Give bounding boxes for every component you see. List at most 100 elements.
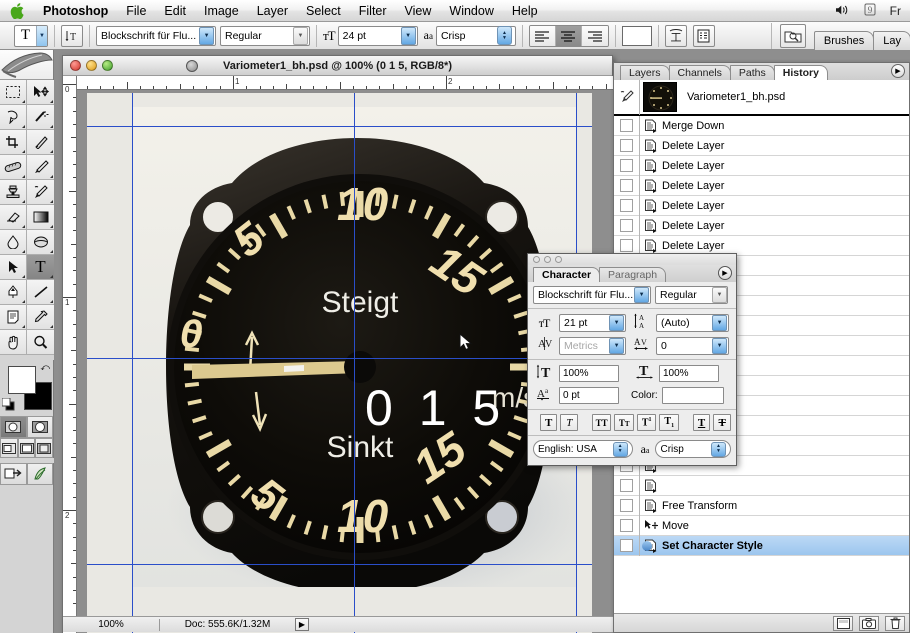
char-font-style-combo[interactable]: Regular ▼ — [655, 286, 728, 304]
menu-layer[interactable]: Layer — [248, 0, 297, 22]
well-tab-layers[interactable]: Lay — [873, 31, 910, 50]
history-state-checkbox[interactable] — [614, 156, 640, 176]
char-font-size-combo[interactable]: 21 pt ▼ — [559, 314, 626, 332]
kerning-value[interactable]: Metrics — [560, 340, 609, 352]
menu-edit[interactable]: Edit — [155, 0, 195, 22]
history-state-checkbox[interactable] — [614, 136, 640, 156]
menu-photoshop[interactable]: Photoshop — [34, 0, 117, 22]
chevron-down-icon[interactable]: ▼ — [712, 338, 727, 354]
baseline-shift-field[interactable]: 0 pt — [559, 387, 619, 404]
chevron-down-icon[interactable]: ▼ — [36, 26, 47, 46]
tab-character[interactable]: Character — [533, 267, 600, 282]
horizontal-ruler[interactable]: 0123 — [77, 76, 614, 90]
history-state-row[interactable]: Delete Layer — [614, 176, 909, 196]
vertical-ruler[interactable]: 0123 — [63, 76, 77, 633]
stepper-icon[interactable]: ▲▼ — [497, 26, 512, 45]
history-state-row[interactable]: Delete Layer — [614, 196, 909, 216]
move-tool[interactable] — [27, 80, 54, 105]
swap-colors-icon[interactable]: ⤺ — [40, 362, 50, 373]
tab-channels[interactable]: Channels — [669, 65, 731, 80]
subscript-button[interactable]: T1 — [659, 414, 679, 431]
faux-bold-button[interactable]: T — [540, 414, 558, 431]
history-state-checkbox[interactable] — [614, 176, 640, 196]
script-menu-icon[interactable]: 9 — [857, 3, 883, 19]
quick-mask-mode-button[interactable] — [27, 416, 54, 438]
char-font-family-combo[interactable]: Blockschrift für Flu... ▼ — [533, 286, 651, 304]
close-icon[interactable] — [533, 256, 540, 263]
paragraph-align-group[interactable] — [529, 25, 609, 47]
jump-to-imageready-button[interactable] — [0, 463, 27, 485]
menu-image[interactable]: Image — [195, 0, 248, 22]
status-menu-arrow-icon[interactable]: ▶ — [295, 618, 309, 631]
tracking-combo[interactable]: 0 ▼ — [656, 337, 729, 355]
history-state-checkbox[interactable] — [614, 216, 640, 236]
history-brush-source-icon[interactable] — [614, 80, 640, 115]
path-selection-tool[interactable] — [0, 255, 27, 280]
menu-window[interactable]: Window — [440, 0, 502, 22]
antialias-popup[interactable]: Crisp ▲▼ — [655, 440, 731, 458]
tracking-value[interactable]: 0 — [657, 340, 712, 352]
warp-text-icon[interactable]: 工 — [665, 25, 687, 47]
history-state-checkbox[interactable] — [614, 496, 640, 516]
horizontal-scale-field[interactable]: 100% — [659, 365, 719, 382]
small-caps-button[interactable]: TT — [614, 414, 634, 431]
tab-paths[interactable]: Paths — [730, 65, 775, 80]
image-canvas[interactable]: 5 10 15 5 10 15 0 Steigt Sinkt m/s — [87, 93, 592, 633]
default-colors-icon[interactable] — [2, 398, 15, 411]
tab-layers[interactable]: Layers — [620, 65, 670, 80]
history-state-row[interactable]: Delete Layer — [614, 136, 909, 156]
status-zoom[interactable]: 100% — [63, 619, 159, 630]
document-title-bar[interactable]: Variometer1_bh.psd @ 100% (0 1 5, RGB/8*… — [63, 56, 612, 76]
text-orientation-icon[interactable]: T — [61, 25, 83, 47]
zoom-window-icon[interactable] — [555, 256, 562, 263]
char-font-size-value[interactable]: 21 pt — [560, 317, 609, 329]
apple-logo-icon[interactable] — [0, 3, 34, 19]
crop-tool[interactable] — [0, 130, 27, 155]
leading-combo[interactable]: (Auto) ▼ — [656, 314, 729, 332]
new-snapshot-icon[interactable] — [859, 616, 879, 631]
active-tool-preset-well[interactable]: T ▼ — [14, 25, 48, 47]
language-popup[interactable]: English: USA ▲▼ — [533, 440, 633, 458]
well-tab-brushes[interactable]: Brushes — [814, 31, 874, 50]
align-right-button[interactable] — [582, 26, 608, 46]
hand-tool[interactable] — [0, 330, 27, 355]
all-caps-button[interactable]: TT — [592, 414, 612, 431]
stepper-icon[interactable]: ▲▼ — [711, 442, 726, 457]
palette-menu-icon[interactable]: ▶ — [718, 266, 732, 280]
eyedropper-tool[interactable] — [27, 305, 54, 330]
chevron-down-icon[interactable]: ▼ — [609, 315, 624, 331]
history-state-row[interactable] — [614, 476, 909, 496]
zoom-tool[interactable] — [27, 330, 54, 355]
chevron-down-icon[interactable]: ▼ — [609, 338, 624, 354]
history-state-row[interactable]: Delete Layer — [614, 216, 909, 236]
brush-tool[interactable] — [27, 155, 54, 180]
history-state-checkbox[interactable] — [614, 116, 640, 136]
minimize-icon[interactable] — [544, 256, 551, 263]
text-color-swatch[interactable] — [622, 26, 652, 46]
guide-vertical[interactable] — [132, 93, 133, 633]
chevron-down-icon[interactable]: ▼ — [199, 27, 214, 45]
pen-tool[interactable] — [0, 280, 27, 305]
align-left-button[interactable] — [530, 26, 556, 46]
menu-filter[interactable]: Filter — [350, 0, 396, 22]
align-center-button[interactable] — [556, 26, 582, 46]
toggle-palettes-icon[interactable] — [693, 25, 715, 47]
marquee-tool[interactable] — [0, 80, 27, 105]
type-tool[interactable]: T — [27, 255, 54, 280]
menu-file[interactable]: File — [117, 0, 155, 22]
delete-state-icon[interactable] — [885, 616, 905, 631]
healing-brush-tool[interactable] — [0, 155, 27, 180]
leading-value[interactable]: (Auto) — [657, 317, 712, 329]
foreground-color-swatch[interactable] — [8, 366, 36, 394]
slice-tool[interactable] — [27, 130, 54, 155]
full-screen-button[interactable] — [35, 438, 53, 458]
blur-tool[interactable] — [0, 230, 27, 255]
faux-italic-button[interactable]: T — [560, 414, 578, 431]
stepper-icon[interactable]: ▲▼ — [613, 442, 628, 457]
clone-stamp-tool[interactable] — [0, 180, 27, 205]
tab-paragraph[interactable]: Paragraph — [599, 267, 666, 282]
notes-tool[interactable] — [0, 305, 27, 330]
chevron-down-icon[interactable]: ▼ — [401, 27, 416, 45]
guide-horizontal[interactable] — [87, 126, 592, 127]
history-state-checkbox[interactable] — [614, 476, 640, 496]
